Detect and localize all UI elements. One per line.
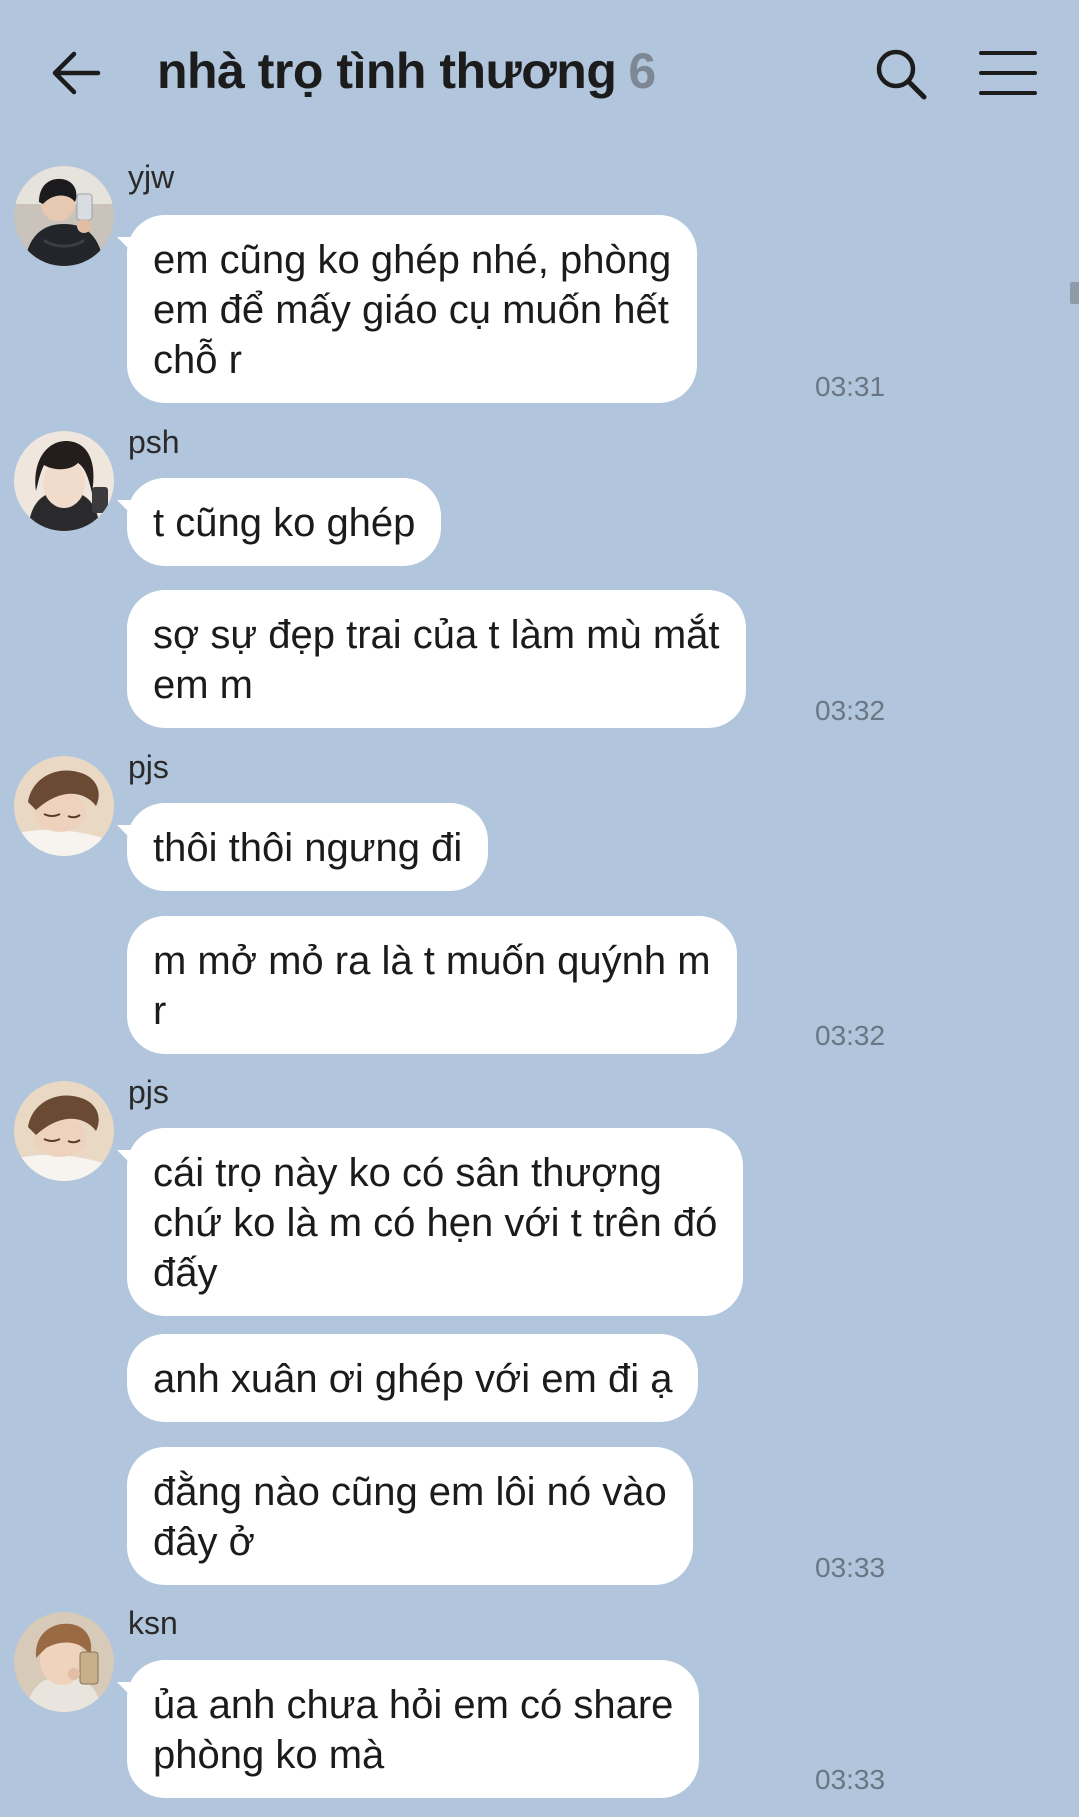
avatar-ksn-image xyxy=(14,1612,114,1712)
message-bubble[interactable]: em cũng ko ghép nhé, phòng em để mấy giá… xyxy=(127,215,698,403)
message-text: em cũng ko ghép nhé, phòng em để mấy giá… xyxy=(153,238,672,382)
message-line: em cũng ko ghép nhé, phòng em để mấy giá… xyxy=(153,235,671,385)
message-text: thôi thôi ngưng đi xyxy=(153,826,463,870)
avatar-pjs-image xyxy=(14,1081,114,1181)
sender-name: yjw xyxy=(128,159,175,195)
avatar[interactable] xyxy=(14,756,114,856)
avatar-pjs-image xyxy=(14,756,114,856)
message-time: 03:33 xyxy=(815,1552,886,1583)
message-text: m mở mỏ ra là t muốn quýnh m r xyxy=(153,939,711,1033)
message-bubble[interactable]: đằng nào cũng em lôi nó vào đây ở xyxy=(127,1447,693,1585)
sender-name: ksn xyxy=(128,1605,178,1641)
message-bubble[interactable]: m mở mỏ ra là t muốn quýnh m r xyxy=(127,916,737,1054)
sender-name: pjs xyxy=(128,749,169,785)
message-time: 03:32 xyxy=(815,695,886,726)
avatar-psh-image xyxy=(14,431,114,531)
avatar[interactable] xyxy=(14,1612,114,1712)
avatar[interactable] xyxy=(14,1081,114,1181)
message-bubble[interactable]: thôi thôi ngưng đi xyxy=(127,803,489,891)
message-bubble[interactable]: anh xuân ơi ghép với em đi ạ xyxy=(127,1334,699,1422)
sender-name: psh xyxy=(128,424,180,460)
message-bubble[interactable]: cái trọ này ko có sân thượng chứ ko là m… xyxy=(127,1128,744,1316)
message-time: 03:32 xyxy=(815,1020,886,1051)
message-list: yjw em cũng ko ghép nhé, phòng em để mấy… xyxy=(0,0,1079,1817)
message-text: t cũng ko ghép xyxy=(153,501,416,545)
message-text: cái trọ này ko có sân thượng chứ ko là m… xyxy=(153,1151,718,1295)
message-text: sợ sự đẹp trai của t làm mù mắt em m xyxy=(153,613,720,707)
message-bubble[interactable]: t cũng ko ghép xyxy=(127,478,442,566)
message-text: đằng nào cũng em lôi nó vào đây ở xyxy=(153,1470,667,1564)
message-text: anh xuân ơi ghép với em đi ạ xyxy=(153,1357,673,1401)
sender-name: pjs xyxy=(128,1074,169,1110)
message-bubble[interactable]: ủa anh chưa hỏi em có share phòng ko mà xyxy=(127,1660,700,1798)
avatar[interactable] xyxy=(14,166,114,266)
message-time: 03:33 xyxy=(815,1764,886,1795)
avatar[interactable] xyxy=(14,431,114,531)
message-time: 03:31 xyxy=(815,371,886,402)
message-text: ủa anh chưa hỏi em có share phòng ko mà xyxy=(153,1683,674,1777)
message-bubble[interactable]: sợ sự đẹp trai của t làm mù mắt em m xyxy=(127,590,746,728)
avatar-yjw-image xyxy=(14,166,114,266)
